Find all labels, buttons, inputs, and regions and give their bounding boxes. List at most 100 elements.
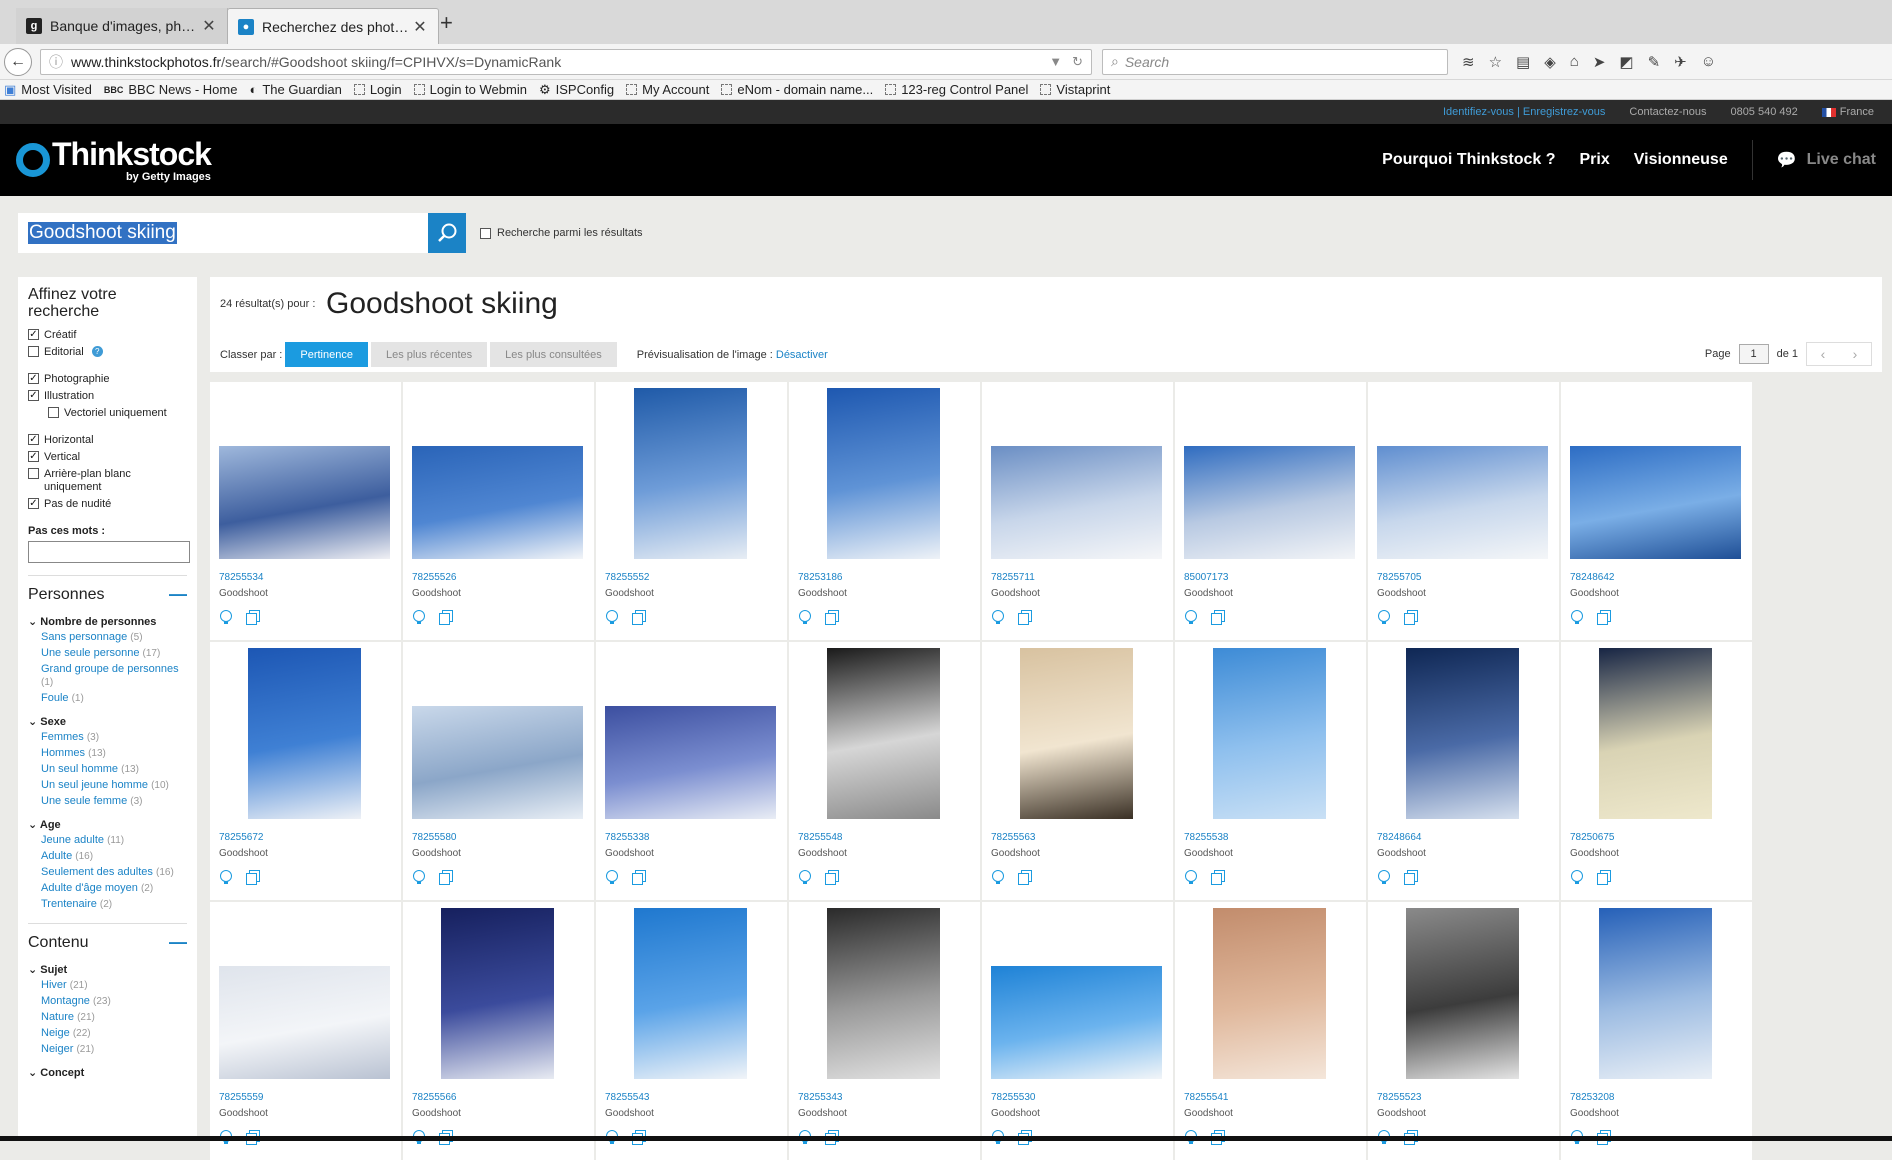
image-thumbnail[interactable]	[605, 706, 776, 819]
lightbox-bulb-icon[interactable]	[413, 610, 425, 625]
age-facet-link[interactable]: Jeune adulte (11)	[41, 834, 187, 847]
brush-icon[interactable]: ✎	[1648, 53, 1661, 71]
bookmark-ispconfig[interactable]: ⚙ ISPConfig	[539, 82, 614, 98]
count-facet-link[interactable]: Foule (1)	[41, 692, 187, 705]
bookmark-most-visited[interactable]: ▣ Most Visited	[4, 82, 92, 98]
image-card[interactable]: 78255534 Goodshoot	[210, 382, 401, 640]
bookmark-star-icon[interactable]: ☆	[1489, 53, 1502, 71]
site-search-input[interactable]: Goodshoot skiing	[18, 213, 428, 253]
next-page-icon[interactable]: ›	[1839, 343, 1871, 365]
nav-viewer[interactable]: Visionneuse	[1634, 151, 1728, 169]
similar-images-icon[interactable]	[1211, 870, 1225, 885]
image-card[interactable]: 78255523 Goodshoot	[1368, 902, 1559, 1160]
reading-list-icon[interactable]: ▤	[1516, 53, 1530, 71]
image-thumbnail[interactable]	[219, 966, 390, 1079]
age-facet-link[interactable]: Seulement des adultes (16)	[41, 866, 187, 879]
bookmark-vistaprint[interactable]: Vistaprint	[1040, 82, 1110, 97]
image-card[interactable]: 85007173 Goodshoot	[1175, 382, 1366, 640]
reload-icon[interactable]: ↻	[1072, 54, 1083, 70]
sort-recent-button[interactable]: Les plus récentes	[370, 342, 488, 367]
subject-facet-link[interactable]: Nature (21)	[41, 1011, 187, 1024]
similar-images-icon[interactable]	[1404, 610, 1418, 625]
sex-facet-link[interactable]: Un seul jeune homme (10)	[41, 779, 187, 792]
similar-images-icon[interactable]	[439, 870, 453, 885]
image-thumbnail[interactable]	[1599, 648, 1712, 819]
search-within-option[interactable]: Recherche parmi les résultats	[480, 227, 643, 239]
pocket-list-icon[interactable]: ≋	[1462, 53, 1475, 71]
similar-images-icon[interactable]	[632, 610, 646, 625]
image-card[interactable]: 78255530 Goodshoot	[982, 902, 1173, 1160]
image-id-link[interactable]: 85007173	[1184, 572, 1229, 583]
image-id-link[interactable]: 78250675	[1570, 832, 1615, 843]
lightbox-bulb-icon[interactable]	[220, 610, 232, 625]
image-thumbnail[interactable]	[412, 446, 583, 559]
thinkstock-logo[interactable]: Thinkstock by Getty Images	[16, 138, 212, 183]
image-id-link[interactable]: 78255563	[991, 832, 1036, 843]
bookmark-123reg[interactable]: 123-reg Control Panel	[885, 82, 1028, 97]
sex-facet-link[interactable]: Une seule femme (3)	[41, 795, 187, 808]
image-card[interactable]: 78255672 Goodshoot	[210, 642, 401, 900]
image-card[interactable]: 78255548 Goodshoot	[789, 642, 980, 900]
similar-images-icon[interactable]	[632, 870, 646, 885]
image-card[interactable]: 78253208 Goodshoot	[1561, 902, 1752, 1160]
lightbox-bulb-icon[interactable]	[799, 610, 811, 625]
subject-facet-link[interactable]: Hiver (21)	[41, 979, 187, 992]
lightbox-bulb-icon[interactable]	[799, 870, 811, 885]
lightbox-bulb-icon[interactable]	[1571, 870, 1583, 885]
image-card[interactable]: 78255343 Goodshoot	[789, 902, 980, 1160]
filter-no-nudity[interactable]: ✓ Pas de nudité	[28, 498, 187, 511]
image-id-link[interactable]: 78255523	[1377, 1092, 1422, 1103]
sex-facet-link[interactable]: Femmes (3)	[41, 731, 187, 744]
content-section-header[interactable]: Contenu —	[28, 923, 187, 953]
image-thumbnail[interactable]	[1406, 908, 1519, 1079]
image-thumbnail[interactable]	[1213, 908, 1326, 1079]
lightbox-bulb-icon[interactable]	[992, 870, 1004, 885]
history-dropdown-icon[interactable]: ▼	[1049, 54, 1062, 69]
image-thumbnail[interactable]	[1377, 446, 1548, 559]
similar-images-icon[interactable]	[1018, 610, 1032, 625]
extension-icon[interactable]: ◩	[1619, 53, 1633, 71]
image-card[interactable]: 78255711 Goodshoot	[982, 382, 1173, 640]
bookmark-guardian[interactable]: ◐ The Guardian	[249, 82, 341, 97]
image-thumbnail[interactable]	[1184, 446, 1355, 559]
image-id-link[interactable]: 78255541	[1184, 1092, 1229, 1103]
image-thumbnail[interactable]	[1570, 446, 1741, 559]
lightbox-bulb-icon[interactable]	[220, 870, 232, 885]
image-thumbnail[interactable]	[1406, 648, 1519, 819]
login-link[interactable]: Identifiez-vous	[1443, 106, 1514, 118]
similar-images-icon[interactable]	[1597, 870, 1611, 885]
image-card[interactable]: 78255563 Goodshoot	[982, 642, 1173, 900]
bookmark-my-account[interactable]: My Account	[626, 82, 709, 97]
filter-photo[interactable]: ✓ Photographie	[28, 373, 187, 386]
image-card[interactable]: 78255566 Goodshoot	[403, 902, 594, 1160]
lightbox-bulb-icon[interactable]	[1378, 870, 1390, 885]
age-subsection[interactable]: ⌄ Age	[28, 818, 187, 831]
filter-horizontal[interactable]: ✓ Horizontal	[28, 434, 187, 447]
bookmark-bbc[interactable]: BBC BBC News - Home	[104, 82, 238, 97]
bookmark-login[interactable]: Login	[353, 82, 402, 97]
image-id-link[interactable]: 78255711	[991, 572, 1035, 583]
info-icon[interactable]: ⓘ	[49, 52, 63, 72]
lightbox-bulb-icon[interactable]	[413, 870, 425, 885]
people-section-header[interactable]: Personnes —	[28, 575, 187, 605]
image-id-link[interactable]: 78255580	[412, 832, 457, 843]
lightbox-bulb-icon[interactable]	[606, 870, 618, 885]
image-thumbnail[interactable]	[827, 388, 940, 559]
image-thumbnail[interactable]	[991, 446, 1162, 559]
image-thumbnail[interactable]	[634, 908, 747, 1079]
subject-subsection[interactable]: ⌄ Sujet	[28, 963, 187, 976]
image-id-link[interactable]: 78253186	[798, 572, 843, 583]
image-card[interactable]: 78255543 Goodshoot	[596, 902, 787, 1160]
image-id-link[interactable]: 78248642	[1570, 572, 1615, 583]
image-thumbnail[interactable]	[441, 908, 554, 1079]
image-card[interactable]: 78255580 Goodshoot	[403, 642, 594, 900]
image-thumbnail[interactable]	[1213, 648, 1326, 819]
image-thumbnail[interactable]	[412, 706, 583, 819]
page-number-input[interactable]: 1	[1738, 344, 1769, 364]
sex-subsection[interactable]: ⌄ Sexe	[28, 715, 187, 728]
similar-images-icon[interactable]	[825, 870, 839, 885]
subject-facet-link[interactable]: Neiger (21)	[41, 1043, 187, 1056]
subject-facet-link[interactable]: Montagne (23)	[41, 995, 187, 1008]
image-thumbnail[interactable]	[1599, 908, 1712, 1079]
image-card[interactable]: 78248664 Goodshoot	[1368, 642, 1559, 900]
